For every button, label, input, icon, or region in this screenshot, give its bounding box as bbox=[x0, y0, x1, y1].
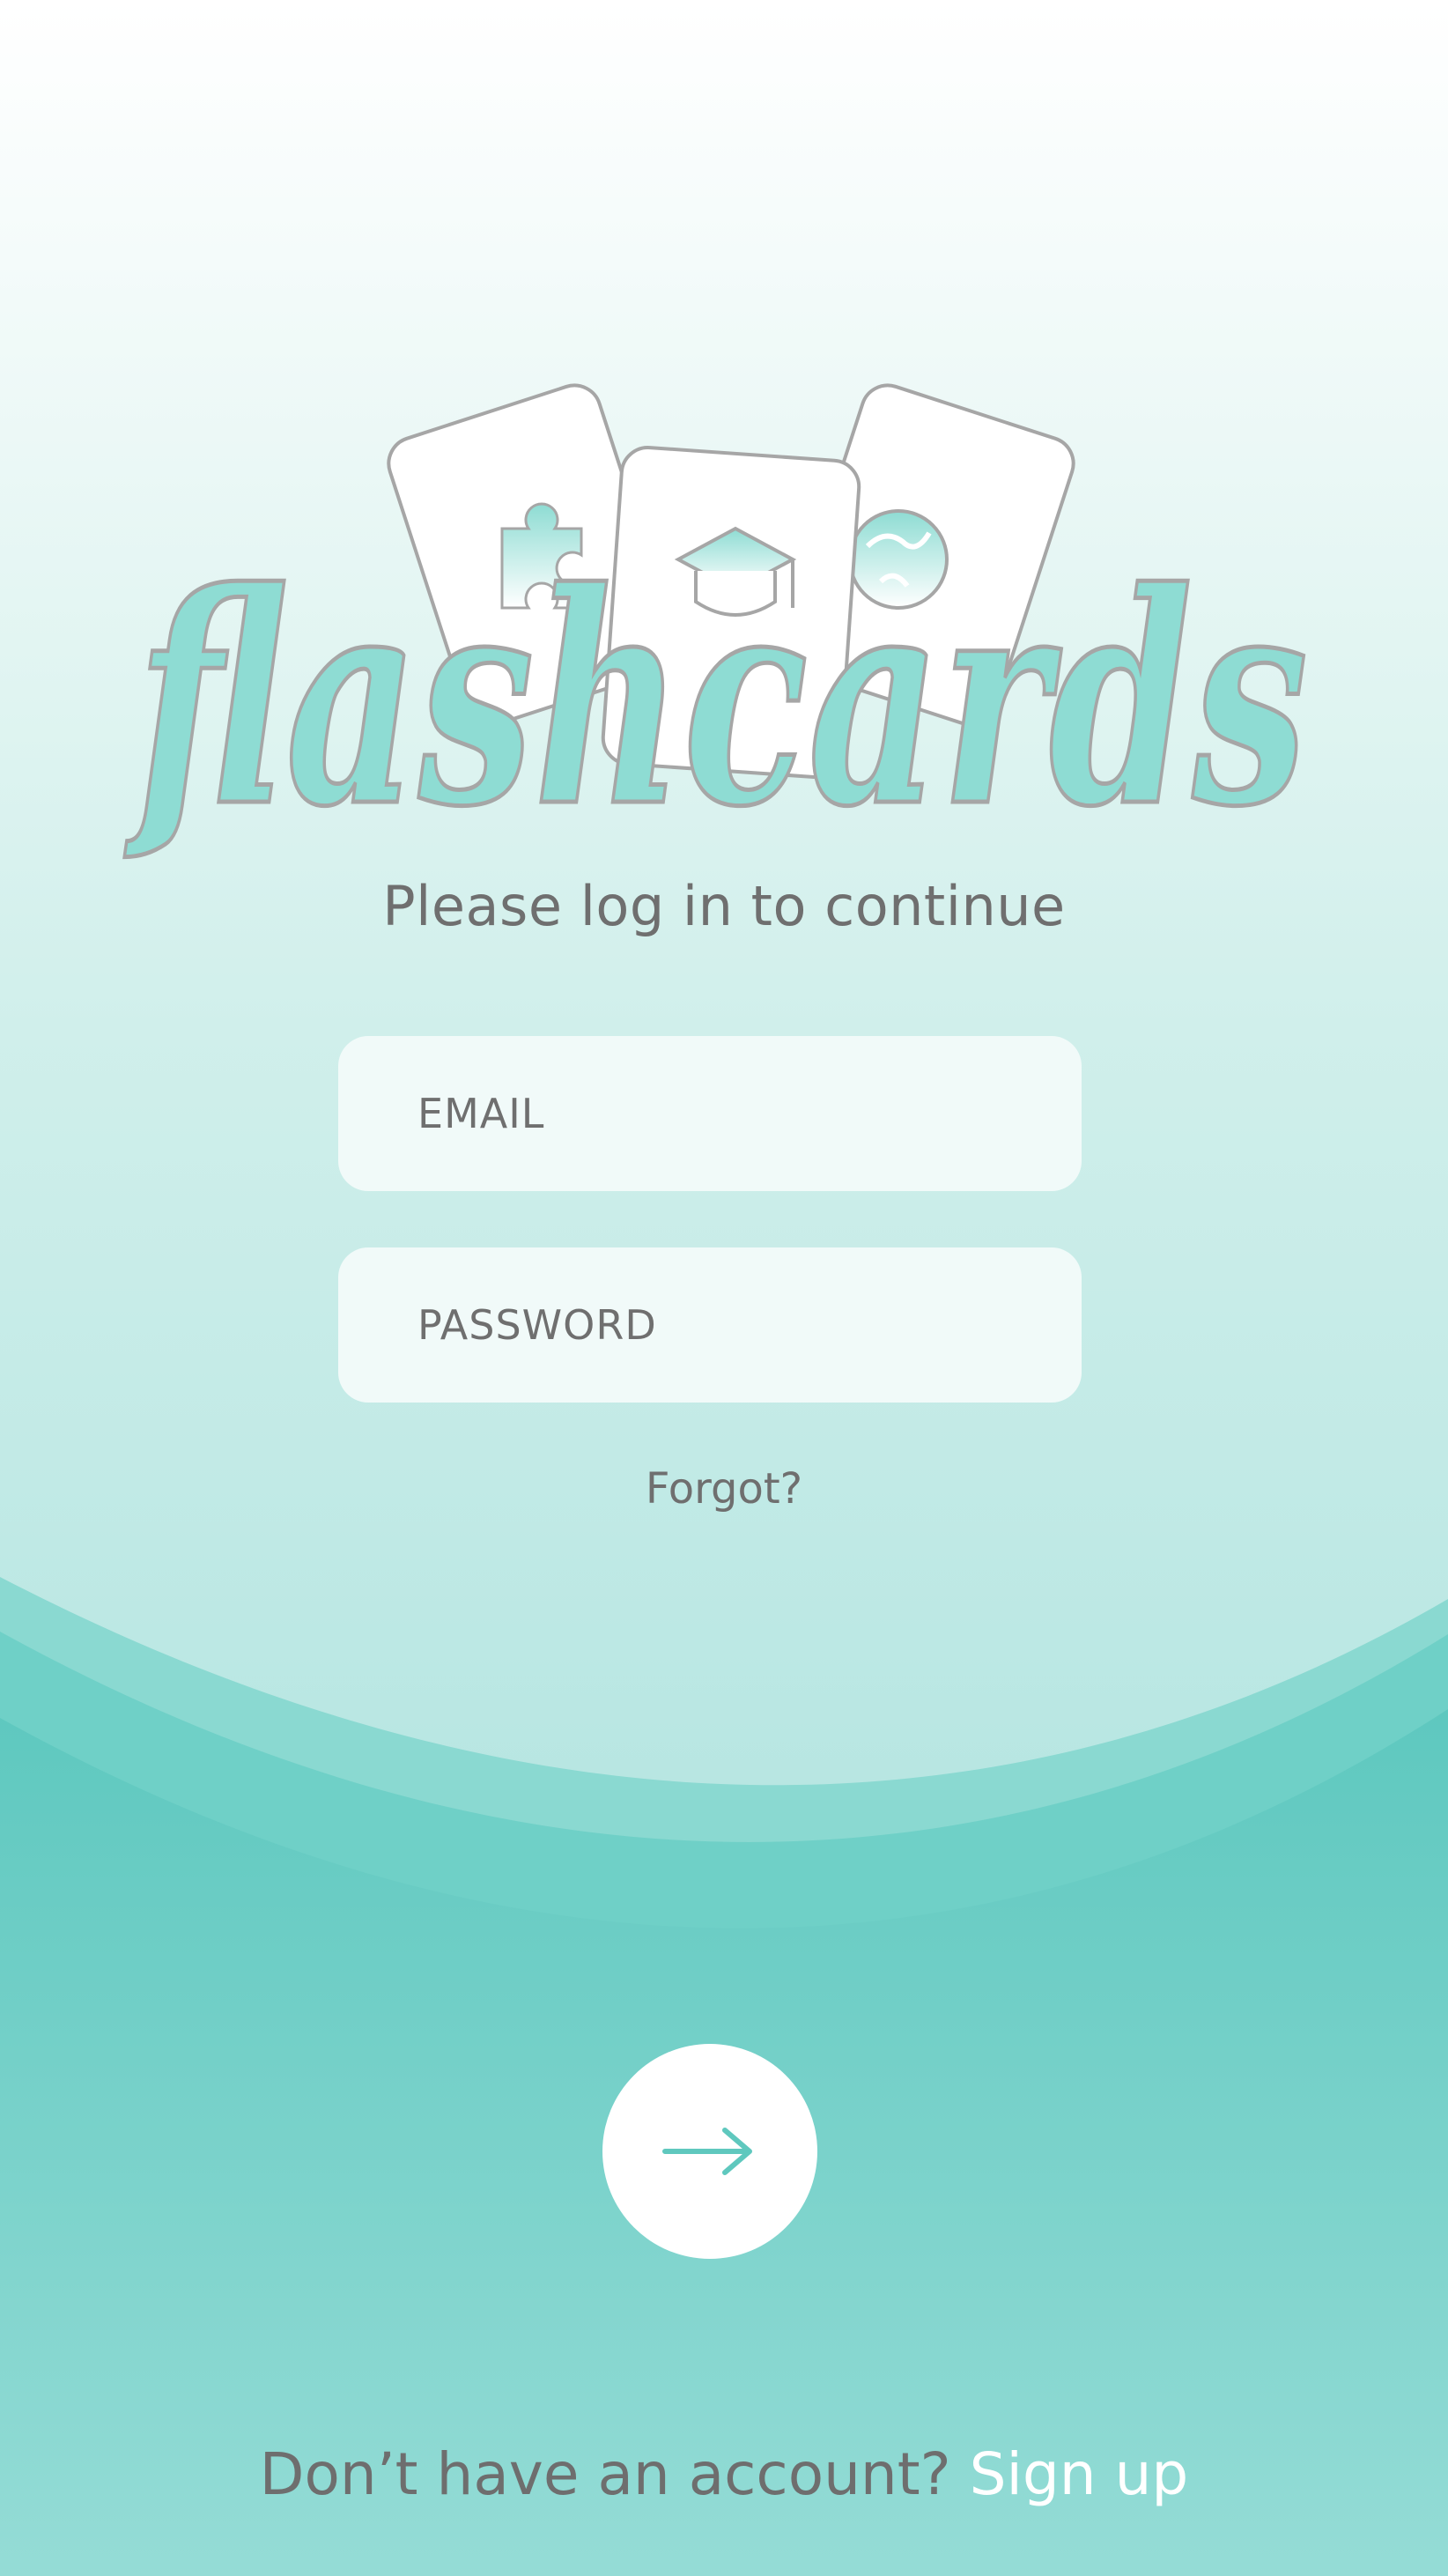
email-input[interactable] bbox=[416, 1089, 1082, 1138]
flashcards-logo: flashcards bbox=[122, 383, 1311, 873]
login-subtitle: Please log in to continue bbox=[382, 874, 1066, 938]
arrow-right-icon bbox=[662, 2128, 752, 2175]
email-field[interactable] bbox=[338, 1036, 1082, 1191]
login-submit-button[interactable] bbox=[602, 2044, 817, 2259]
forgot-password-link[interactable]: Forgot? bbox=[0, 1464, 1448, 1514]
password-input[interactable] bbox=[416, 1300, 1082, 1350]
signup-prompt: Don’t have an account? Sign up bbox=[0, 2440, 1448, 2508]
logo-wordmark: flashcards bbox=[123, 529, 1308, 870]
signup-link[interactable]: Sign up bbox=[970, 2440, 1189, 2508]
signup-prompt-text: Don’t have an account? bbox=[259, 2440, 951, 2508]
password-field[interactable] bbox=[338, 1247, 1082, 1403]
